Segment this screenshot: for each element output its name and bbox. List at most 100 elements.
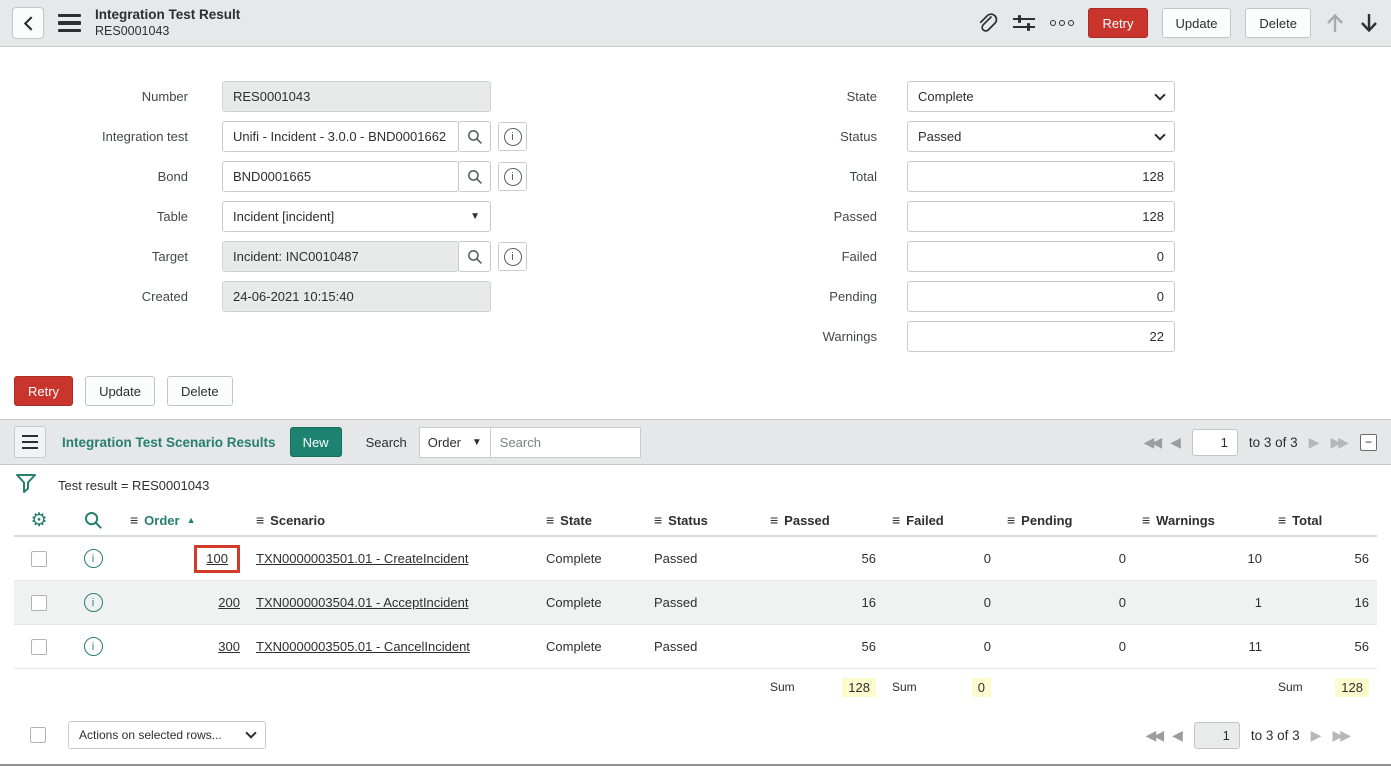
column-menu-icon[interactable]: ≡ bbox=[1278, 512, 1286, 528]
list-search-icon[interactable] bbox=[84, 511, 103, 530]
column-menu-icon[interactable]: ≡ bbox=[654, 512, 662, 528]
attachment-icon[interactable] bbox=[976, 11, 998, 35]
column-menu-icon[interactable]: ≡ bbox=[130, 512, 138, 528]
row-checkbox[interactable] bbox=[31, 639, 47, 655]
sort-ascending-icon: ▲ bbox=[187, 515, 196, 525]
field-status: Status Passed bbox=[800, 121, 1218, 152]
column-header-scenario[interactable]: ≡ Scenario bbox=[248, 512, 538, 528]
column-header-passed[interactable]: ≡ Passed bbox=[762, 512, 884, 528]
column-header-pending[interactable]: ≡ Pending bbox=[999, 512, 1134, 528]
column-header-order[interactable]: ≡ Order ▲ bbox=[122, 512, 248, 528]
personalize-form-icon[interactable] bbox=[1012, 13, 1036, 33]
row-info-icon[interactable]: i bbox=[84, 637, 103, 656]
pagination-range: to 3 of 3 bbox=[1251, 728, 1300, 743]
column-menu-icon[interactable]: ≡ bbox=[256, 512, 264, 528]
scroll-down-icon[interactable] bbox=[1359, 12, 1379, 34]
pending-input[interactable]: 0 bbox=[907, 281, 1175, 312]
scenario-link[interactable]: TXN0000003505.01 - CancelIncident bbox=[256, 639, 470, 654]
table-dropdown[interactable]: Incident [incident] ▼ bbox=[222, 201, 491, 232]
reference-preview-button[interactable]: i bbox=[498, 162, 527, 191]
column-menu-icon[interactable]: ≡ bbox=[770, 512, 778, 528]
state-select[interactable]: Complete bbox=[907, 81, 1175, 112]
number-input: RES0001043 bbox=[222, 81, 491, 112]
warnings-input[interactable]: 22 bbox=[907, 321, 1175, 352]
column-header-failed[interactable]: ≡ Failed bbox=[884, 512, 999, 528]
column-header-total[interactable]: ≡ Total bbox=[1270, 512, 1377, 528]
update-button[interactable]: Update bbox=[1162, 8, 1232, 38]
integration-test-input[interactable]: Unifi - Incident - 3.0.0 - BND0001662 bbox=[222, 121, 459, 152]
row-info-icon[interactable]: i bbox=[84, 593, 103, 612]
field-label: Table bbox=[34, 209, 222, 224]
passed-input[interactable]: 128 bbox=[907, 201, 1175, 232]
field-label: State bbox=[800, 89, 907, 104]
sum-label: Sum bbox=[892, 680, 917, 694]
next-page-icon[interactable]: ▶ bbox=[1309, 435, 1320, 449]
record-header: Integration Test Result RES0001043 Retry… bbox=[0, 0, 1391, 47]
last-page-icon[interactable]: ▶▶ bbox=[1330, 435, 1346, 449]
filter-breadcrumb[interactable]: Test result = RES0001043 bbox=[58, 478, 209, 493]
update-button-bottom[interactable]: Update bbox=[85, 376, 155, 406]
reference-preview-button[interactable]: i bbox=[498, 122, 527, 151]
record-form: Number RES0001043 Integration test Unifi… bbox=[0, 47, 1391, 361]
retry-button[interactable]: Retry bbox=[1088, 8, 1147, 38]
more-options-icon[interactable] bbox=[1050, 20, 1074, 26]
prev-page-icon[interactable]: ◀ bbox=[1172, 728, 1183, 742]
field-label: Target bbox=[34, 249, 222, 264]
scenario-results-table: ⚙ ≡ Order ▲ ≡ Scenario ≡ State ≡ bbox=[14, 505, 1377, 705]
order-link[interactable]: 300 bbox=[218, 639, 240, 654]
column-header-warnings[interactable]: ≡ Warnings bbox=[1134, 512, 1270, 528]
list-context-menu-button[interactable] bbox=[14, 426, 46, 458]
next-page-icon[interactable]: ▶ bbox=[1311, 728, 1322, 742]
status-select[interactable]: Passed bbox=[907, 121, 1175, 152]
context-menu-icon[interactable] bbox=[58, 14, 81, 32]
related-list-title[interactable]: Integration Test Scenario Results bbox=[62, 435, 276, 450]
page-number-input[interactable] bbox=[1194, 722, 1240, 749]
reference-lookup-button[interactable] bbox=[458, 121, 491, 152]
list-search-input[interactable] bbox=[491, 427, 641, 458]
first-page-icon[interactable]: ◀◀ bbox=[1146, 728, 1162, 742]
page-number-input[interactable] bbox=[1192, 429, 1238, 456]
scroll-up-icon[interactable] bbox=[1325, 12, 1345, 34]
last-page-icon[interactable]: ▶▶ bbox=[1332, 728, 1348, 742]
bond-input[interactable]: BND0001665 bbox=[222, 161, 459, 192]
order-link[interactable]: 200 bbox=[218, 595, 240, 610]
column-menu-icon[interactable]: ≡ bbox=[1007, 512, 1015, 528]
field-label: Integration test bbox=[34, 129, 222, 144]
row-checkbox[interactable] bbox=[31, 551, 47, 567]
order-link[interactable]: 100 bbox=[206, 551, 228, 566]
record-number: RES0001043 bbox=[95, 24, 240, 40]
delete-button-bottom[interactable]: Delete bbox=[167, 376, 233, 406]
reference-lookup-button[interactable] bbox=[458, 161, 491, 192]
total-input[interactable]: 128 bbox=[907, 161, 1175, 192]
scenario-link[interactable]: TXN0000003504.01 - AcceptIncident bbox=[256, 595, 468, 610]
row-checkbox[interactable] bbox=[31, 595, 47, 611]
prev-page-icon[interactable]: ◀ bbox=[1170, 435, 1181, 449]
column-header-status[interactable]: ≡ Status bbox=[646, 512, 762, 528]
first-page-icon[interactable]: ◀◀ bbox=[1144, 435, 1160, 449]
column-header-state[interactable]: ≡ State bbox=[538, 512, 646, 528]
actions-on-rows-select[interactable]: Actions on selected rows... bbox=[68, 721, 266, 749]
funnel-icon[interactable] bbox=[14, 472, 38, 498]
new-button[interactable]: New bbox=[290, 427, 342, 457]
failed-input[interactable]: 0 bbox=[907, 241, 1175, 272]
collapse-list-icon[interactable]: − bbox=[1360, 434, 1377, 451]
record-title-block: Integration Test Result RES0001043 bbox=[95, 7, 240, 40]
sum-total: 128 bbox=[1335, 678, 1369, 697]
dropdown-arrow-icon: ▼ bbox=[472, 437, 482, 448]
search-column-dropdown[interactable]: Order ▼ bbox=[419, 427, 491, 458]
field-passed: Passed 128 bbox=[800, 201, 1218, 232]
select-all-checkbox[interactable] bbox=[30, 727, 46, 743]
scenario-link[interactable]: TXN0000003501.01 - CreateIncident bbox=[256, 551, 468, 566]
back-button[interactable] bbox=[12, 7, 44, 39]
column-menu-icon[interactable]: ≡ bbox=[546, 512, 554, 528]
warnings-cell: 1 bbox=[1134, 595, 1270, 610]
row-info-icon[interactable]: i bbox=[84, 549, 103, 568]
column-menu-icon[interactable]: ≡ bbox=[1142, 512, 1150, 528]
reference-lookup-button[interactable] bbox=[458, 241, 491, 272]
gear-icon[interactable]: ⚙ bbox=[30, 511, 47, 530]
delete-button[interactable]: Delete bbox=[1245, 8, 1311, 38]
column-menu-icon[interactable]: ≡ bbox=[892, 512, 900, 528]
retry-button-bottom[interactable]: Retry bbox=[14, 376, 73, 406]
reference-preview-button[interactable]: i bbox=[498, 242, 527, 271]
field-label: Bond bbox=[34, 169, 222, 184]
